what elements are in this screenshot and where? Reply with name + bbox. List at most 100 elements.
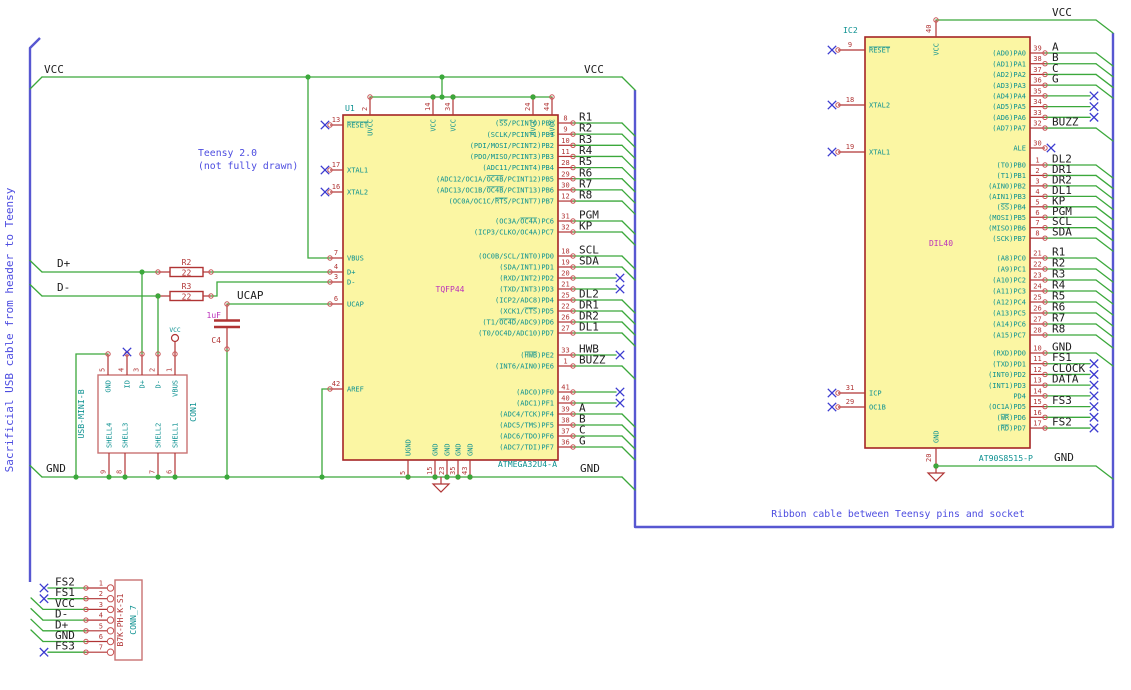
r2-value: 22 (182, 269, 192, 278)
pin-name: (INT0)PD2 (988, 371, 1026, 379)
pin-name: (A9)PC1 (996, 266, 1026, 274)
pin-name: (ADC0)PF0 (516, 389, 554, 397)
bus-entry (621, 133, 636, 148)
bus-entry (1095, 279, 1114, 294)
bus-usb-cable (28, 37, 41, 582)
conn7-reference: CONN_7 (128, 605, 138, 635)
pin-number: 20 (925, 454, 933, 462)
bus-entry (1095, 19, 1114, 34)
wire-d-minus (210, 281, 331, 297)
bus-entry (621, 321, 636, 336)
pin-name: SHELL2 (155, 423, 163, 448)
bus-entry (1095, 206, 1114, 221)
pin-number: 4 (118, 368, 126, 372)
pin-name: (OC1A)PD5 (988, 403, 1026, 411)
pin-name: (ADC7/TDI)PF7 (499, 444, 554, 452)
pin-number: 17 (1033, 420, 1041, 428)
pin-name: UCAP (347, 301, 364, 309)
pin-number: 18 (846, 96, 854, 104)
pin-number: 36 (561, 439, 569, 447)
bus-entry (29, 464, 43, 478)
pin-name: (AIN0)PB2 (988, 183, 1026, 191)
bus-entry (1095, 127, 1114, 142)
pin-name: XTAL1 (869, 149, 890, 157)
pin-number: 29 (846, 398, 854, 406)
bus-entry (621, 220, 636, 235)
pin-number: 21 (561, 281, 569, 289)
pin-name: GND (454, 443, 462, 456)
usb-connector-reference: CON1 (188, 402, 198, 422)
pin-number: 14 (1033, 387, 1041, 395)
pin-number: 42 (332, 380, 340, 388)
net-label-d-minus: D- (57, 281, 70, 294)
pin-name: (SCLK/PCINT1)PB1 (487, 131, 554, 139)
pin-number: 4 (99, 612, 103, 620)
pin-name: (T1/OC4D/ADC9)PD6 (482, 319, 554, 327)
pin-name: ICP (869, 390, 882, 398)
pin-number: 28 (1033, 327, 1041, 335)
junction-dot (439, 94, 445, 100)
net-label: DATA (1052, 373, 1079, 386)
pin-name: SHELL3 (122, 423, 130, 448)
pin-number: 25 (1033, 294, 1041, 302)
pin-name: (A8)PC0 (996, 255, 1026, 263)
pin-name: D- (347, 279, 355, 287)
junction-dot (155, 293, 161, 299)
conn7-pin-circle (106, 616, 115, 624)
pin-name: (SS/PCINT0)PB0 (495, 120, 554, 128)
pin-number: 2 (361, 107, 369, 111)
pin-name: (ICP3/CLKO/OC4A)PC7 (474, 229, 554, 237)
schematic-page: 13 RESET 17 XTAL1 16 XTAL2 7 VBUS 4 D+ 3 D- 6 UCAP 42 A… (0, 0, 1131, 690)
ic2-reference: IC2 (843, 25, 858, 35)
pin-number: 19 (846, 143, 854, 151)
bus-entry (621, 332, 636, 347)
pin-number: 17 (332, 161, 340, 169)
pin-number: 1 (563, 358, 567, 366)
pin-name: (A13)PC5 (992, 310, 1026, 318)
pin-number: 20 (561, 270, 569, 278)
bus-entry (621, 435, 636, 450)
pin-name: (AIN1)PB3 (988, 193, 1026, 201)
pin-number: 18 (561, 248, 569, 256)
pin-name: (MOSI)PB5 (988, 214, 1026, 222)
net-label: R8 (579, 189, 592, 202)
pin-name: (OC0A/OC1C/RTS/PCINT7)PB7 (449, 198, 554, 206)
pin-name: (XCK1/CTS)PD5 (499, 308, 554, 316)
bus-entry (30, 607, 44, 621)
bus-entry (621, 144, 636, 159)
pin-number: 7 (1035, 219, 1039, 227)
pin-name: (AD0)PA0 (992, 50, 1026, 58)
pin-name: (INT1)PD3 (988, 382, 1026, 390)
pin-name: VBUS (172, 380, 180, 397)
pin-number: 5 (99, 368, 107, 372)
pin-number: 22 (561, 303, 569, 311)
pin-number: 13 (1033, 377, 1041, 385)
r2-reference: R2 (182, 258, 192, 267)
pin-name: D+ (347, 269, 355, 277)
pin-number: 8 (116, 470, 124, 474)
pin-name: ALE (1013, 145, 1026, 153)
vcc-port-label: VCC (169, 327, 181, 334)
bus-entry (30, 618, 44, 632)
bus-entry (621, 155, 636, 171)
r3-reference: R3 (182, 282, 192, 291)
pin-number: 34 (1033, 98, 1041, 106)
note-ribbon: Ribbon cable between Teensy pins and soc… (771, 509, 1025, 520)
pin-name: GND (443, 443, 451, 456)
pin-number: 36 (1033, 77, 1041, 85)
ic2-footprint: DIL40 (929, 239, 953, 248)
bus-entry (621, 299, 636, 314)
pin-name: PD4 (1013, 392, 1026, 400)
pin-name: (MISO)PB6 (988, 224, 1026, 232)
pin-number: 1 (166, 368, 174, 372)
net-label: G (579, 435, 586, 448)
pin-name: (A14)PC6 (992, 321, 1026, 329)
conn7-pin-circle (106, 584, 115, 592)
pin-name: GND (932, 430, 940, 443)
pin-number: 29 (561, 170, 569, 178)
note-teensy-line2: (not fully drawn) (198, 161, 298, 172)
pin-number: 33 (1033, 109, 1041, 117)
net-label: BUZZ (579, 354, 606, 367)
pin-name: (AD4)PA4 (992, 92, 1026, 100)
c4-value: 1uF (207, 311, 222, 320)
